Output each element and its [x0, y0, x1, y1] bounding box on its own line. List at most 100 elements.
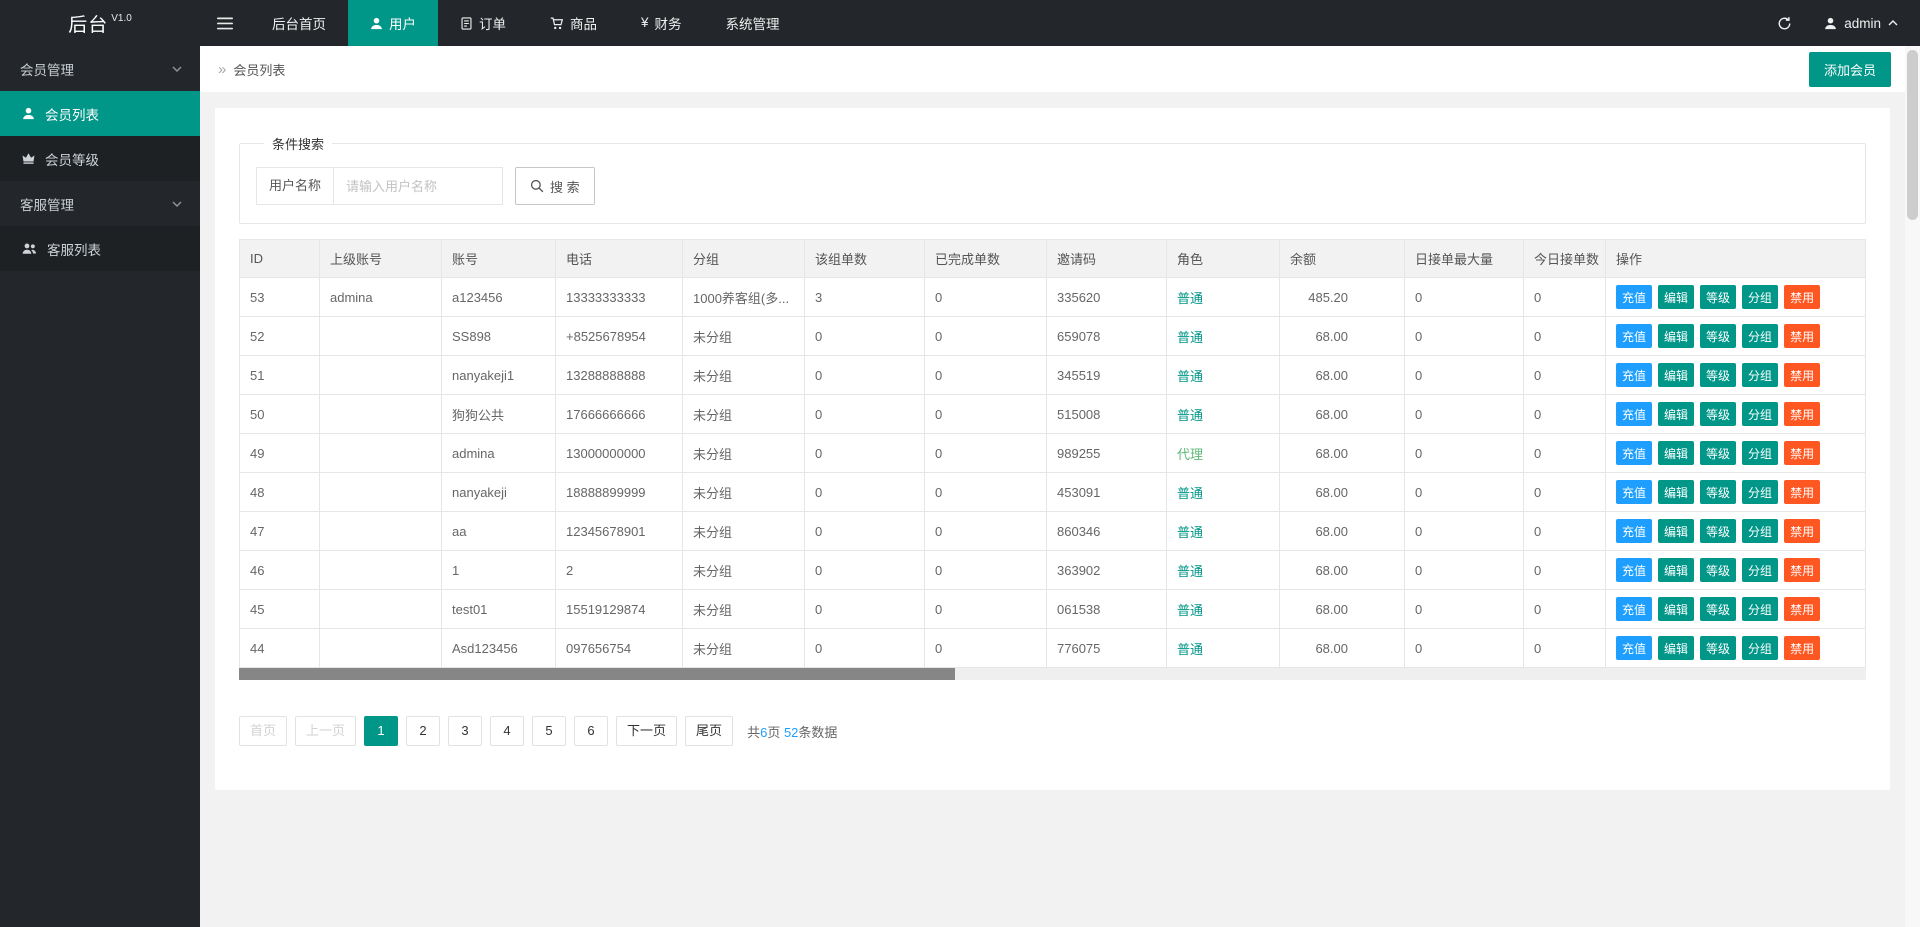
edit-button[interactable]: 编辑: [1658, 363, 1694, 387]
group-button[interactable]: 分组: [1742, 597, 1778, 621]
cell-parent: [320, 434, 442, 473]
pagination-page[interactable]: 4: [490, 716, 524, 746]
group-button[interactable]: 分组: [1742, 363, 1778, 387]
pagination-page[interactable]: 1: [364, 716, 398, 746]
ban-button[interactable]: 禁用: [1784, 324, 1820, 348]
edit-button[interactable]: 编辑: [1658, 441, 1694, 465]
recharge-button[interactable]: 充值: [1616, 597, 1652, 621]
sidebar-item[interactable]: 客服列表: [0, 226, 200, 271]
ban-button[interactable]: 禁用: [1784, 558, 1820, 582]
sidebar-toggle-button[interactable]: [200, 0, 250, 46]
sidebar-group-header[interactable]: 会员管理: [0, 46, 200, 91]
group-button[interactable]: 分组: [1742, 441, 1778, 465]
level-button[interactable]: 等级: [1700, 480, 1736, 504]
cell-group_orders: 3: [805, 278, 925, 317]
cell-role: 普通: [1167, 278, 1280, 317]
pagination-page[interactable]: 5: [532, 716, 566, 746]
cell-parent: [320, 473, 442, 512]
search-button[interactable]: 搜 索: [515, 167, 595, 205]
recharge-button[interactable]: 充值: [1616, 519, 1652, 543]
group-button[interactable]: 分组: [1742, 636, 1778, 660]
edit-button[interactable]: 编辑: [1658, 402, 1694, 426]
recharge-button[interactable]: 充值: [1616, 285, 1652, 309]
level-button[interactable]: 等级: [1700, 636, 1736, 660]
top-nav-item[interactable]: 用户: [348, 0, 438, 46]
edit-button[interactable]: 编辑: [1658, 519, 1694, 543]
level-button[interactable]: 等级: [1700, 285, 1736, 309]
edit-button[interactable]: 编辑: [1658, 597, 1694, 621]
edit-button[interactable]: 编辑: [1658, 324, 1694, 348]
top-nav-item[interactable]: 订单: [438, 0, 528, 46]
cell-id: 45: [240, 590, 320, 629]
vertical-scrollbar-thumb[interactable]: [1907, 50, 1918, 220]
recharge-button[interactable]: 充值: [1616, 441, 1652, 465]
ban-button[interactable]: 禁用: [1784, 285, 1820, 309]
pagination-page[interactable]: 6: [574, 716, 608, 746]
app-version: V1.0: [111, 13, 132, 24]
cell-role: 普通: [1167, 356, 1280, 395]
level-button[interactable]: 等级: [1700, 597, 1736, 621]
recharge-button[interactable]: 充值: [1616, 480, 1652, 504]
group-button[interactable]: 分组: [1742, 480, 1778, 504]
pagination-next[interactable]: 下一页: [616, 716, 677, 746]
add-member-button[interactable]: 添加会员: [1809, 52, 1891, 87]
recharge-button[interactable]: 充值: [1616, 324, 1652, 348]
cell-account: 狗狗公共: [442, 395, 556, 434]
cell-phone: 18888899999: [556, 473, 683, 512]
ban-button[interactable]: 禁用: [1784, 441, 1820, 465]
edit-button[interactable]: 编辑: [1658, 636, 1694, 660]
refresh-button[interactable]: [1759, 0, 1810, 46]
ban-button[interactable]: 禁用: [1784, 402, 1820, 426]
cell-id: 53: [240, 278, 320, 317]
level-button[interactable]: 等级: [1700, 519, 1736, 543]
cell-id: 46: [240, 551, 320, 590]
vertical-scrollbar[interactable]: [1905, 46, 1920, 927]
ban-button[interactable]: 禁用: [1784, 597, 1820, 621]
group-button[interactable]: 分组: [1742, 324, 1778, 348]
level-button[interactable]: 等级: [1700, 441, 1736, 465]
table-column-header: ID: [240, 240, 320, 278]
cell-account: Asd123456: [442, 629, 556, 668]
table-column-header: 账号: [442, 240, 556, 278]
sidebar-item[interactable]: 会员列表: [0, 91, 200, 136]
recharge-button[interactable]: 充值: [1616, 558, 1652, 582]
ban-button[interactable]: 禁用: [1784, 636, 1820, 660]
group-button[interactable]: 分组: [1742, 519, 1778, 543]
level-button[interactable]: 等级: [1700, 363, 1736, 387]
username-input[interactable]: [333, 167, 503, 205]
group-button[interactable]: 分组: [1742, 402, 1778, 426]
level-button[interactable]: 等级: [1700, 402, 1736, 426]
level-button[interactable]: 等级: [1700, 324, 1736, 348]
sidebar: 会员管理会员列表会员等级客服管理客服列表: [0, 46, 200, 927]
level-button[interactable]: 等级: [1700, 558, 1736, 582]
top-nav-item[interactable]: 后台首页: [250, 0, 348, 46]
role-badge: 普通: [1177, 330, 1203, 345]
recharge-button[interactable]: 充值: [1616, 363, 1652, 387]
top-nav-item[interactable]: 商品: [528, 0, 619, 46]
pagination-last[interactable]: 尾页: [685, 716, 733, 746]
edit-button[interactable]: 编辑: [1658, 285, 1694, 309]
cell-completed: 0: [925, 473, 1047, 512]
level-icon: [22, 152, 35, 165]
ban-button[interactable]: 禁用: [1784, 363, 1820, 387]
sidebar-group-header[interactable]: 客服管理: [0, 181, 200, 226]
horizontal-scrollbar-thumb[interactable]: [239, 668, 955, 680]
recharge-button[interactable]: 充值: [1616, 636, 1652, 660]
edit-button[interactable]: 编辑: [1658, 480, 1694, 504]
horizontal-scrollbar[interactable]: [239, 668, 1866, 680]
group-button[interactable]: 分组: [1742, 285, 1778, 309]
group-button[interactable]: 分组: [1742, 558, 1778, 582]
cell-group: 未分组: [683, 434, 805, 473]
cart-icon: [550, 17, 564, 30]
ban-button[interactable]: 禁用: [1784, 519, 1820, 543]
top-nav-item[interactable]: ¥财务: [619, 0, 704, 46]
ban-button[interactable]: 禁用: [1784, 480, 1820, 504]
pagination-page[interactable]: 2: [406, 716, 440, 746]
edit-button[interactable]: 编辑: [1658, 558, 1694, 582]
pagination-page[interactable]: 3: [448, 716, 482, 746]
user-menu[interactable]: admin: [1810, 0, 1920, 46]
search-button-label: 搜 索: [550, 177, 580, 196]
recharge-button[interactable]: 充值: [1616, 402, 1652, 426]
top-nav-item[interactable]: 系统管理: [704, 0, 802, 46]
sidebar-item[interactable]: 会员等级: [0, 136, 200, 181]
